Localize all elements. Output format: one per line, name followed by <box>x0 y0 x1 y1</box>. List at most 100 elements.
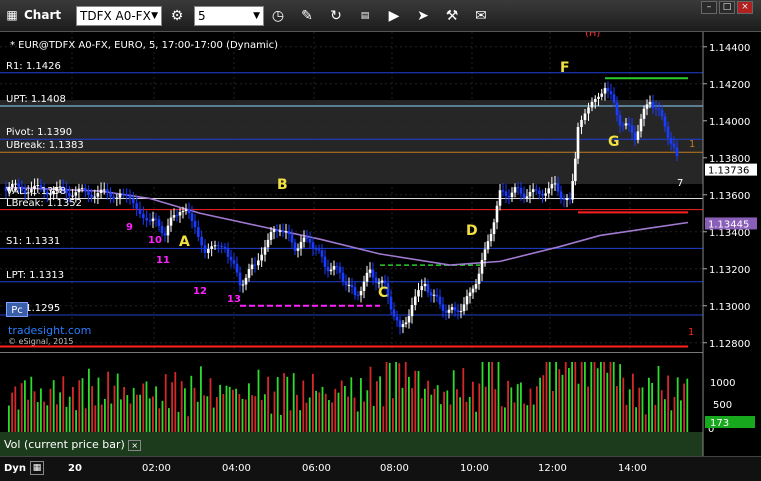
minimize-button[interactable]: – <box>701 1 717 14</box>
close-icon[interactable]: × <box>128 440 142 451</box>
candle-body <box>507 195 511 198</box>
volume-bar <box>161 400 164 432</box>
candle-body <box>633 132 637 140</box>
volume-bar <box>312 373 314 432</box>
volume-bar <box>30 376 33 432</box>
volume-bar <box>372 405 375 432</box>
volume-bar <box>360 378 362 432</box>
candle-body <box>253 264 257 266</box>
candle-body <box>142 213 145 219</box>
volume-bar <box>209 378 212 432</box>
volume-bar <box>139 394 141 432</box>
candle-body <box>115 197 119 200</box>
volume-bar <box>302 380 305 432</box>
candle-body <box>525 196 529 198</box>
candle-body <box>612 94 616 103</box>
volume-bar <box>81 378 84 432</box>
candle-body <box>568 198 572 200</box>
brand-text: tradesight.com <box>8 324 92 337</box>
volume-bar <box>462 368 465 432</box>
volume-bar <box>424 388 426 432</box>
volume-bar <box>603 362 605 432</box>
candle-body <box>241 284 245 286</box>
volume-bar <box>158 408 161 432</box>
candle-body <box>672 143 676 148</box>
annotation-label: B <box>277 177 288 193</box>
volume-bar <box>145 381 148 432</box>
candle-body <box>534 189 538 191</box>
volume-bar <box>680 400 682 432</box>
volume-bar <box>36 402 39 432</box>
volume-panel[interactable]: 1000 500 0 173 Vol (current price bar) × <box>0 352 761 456</box>
play-icon[interactable]: ▶ <box>384 6 404 26</box>
ma-price-value: 1.13445 <box>708 219 749 230</box>
history-icon[interactable]: ◷ <box>268 6 288 26</box>
candle-body <box>565 198 569 201</box>
volume-bar <box>552 390 554 432</box>
candle-body <box>323 256 327 267</box>
chart-settings-icon[interactable]: ▦ <box>30 461 44 475</box>
volume-bar <box>667 375 669 432</box>
maximize-button[interactable]: □ <box>719 1 735 14</box>
volume-bar <box>164 374 167 432</box>
volume-bar <box>664 399 666 432</box>
volume-bar <box>478 383 481 432</box>
symbol-input[interactable]: TDFX A0-FX ▼ <box>76 6 162 26</box>
volume-legend[interactable]: Vol (current price bar) × <box>4 438 142 451</box>
volume-bar <box>180 381 183 432</box>
candle-body <box>250 264 254 270</box>
tools-icon[interactable]: ⚒ <box>442 6 462 26</box>
volume-bar <box>136 394 138 432</box>
volume-bar <box>456 389 458 432</box>
price-axis-label: 1.12800 <box>709 339 750 350</box>
candle-body <box>474 283 478 289</box>
chat-icon[interactable]: ✉ <box>471 6 491 26</box>
price-chart-panel[interactable]: F G B A C D 9 10 11 12 13 (H) 1 7 1 1.14400 1.14200 1.14… <box>0 28 761 352</box>
candle-body <box>459 311 463 313</box>
candle-body <box>522 193 526 198</box>
dyn-button[interactable]: Dyn <box>4 463 26 474</box>
interval-select[interactable]: 5 ▼ <box>194 6 264 26</box>
candle-body <box>269 232 273 240</box>
candle-body <box>178 212 182 216</box>
candle-body <box>247 269 251 278</box>
time-axis[interactable]: Dyn ▦ 20 02:00 04:00 06:00 08:00 10:00 12:00 14… <box>0 456 761 481</box>
pc-button[interactable]: Pc <box>6 302 28 317</box>
volume-bar <box>174 371 177 432</box>
price-chart[interactable]: FGBACD910111213(H)171 1.144001.142001.14… <box>0 28 761 352</box>
candle-body <box>590 101 594 108</box>
volume-bar <box>241 398 244 432</box>
candle-body <box>263 247 267 255</box>
quote-icon[interactable]: ▤ <box>355 6 375 26</box>
candle-body <box>547 188 551 194</box>
volume-bar <box>635 407 637 432</box>
volume-bar <box>574 362 577 432</box>
volume-bar <box>590 362 593 432</box>
volume-bar <box>126 395 129 432</box>
candle-body <box>531 189 535 193</box>
candle-body <box>335 266 339 268</box>
volume-bar <box>228 386 231 432</box>
cursor-icon[interactable]: ➤ <box>413 6 433 26</box>
candle-body <box>302 237 306 242</box>
close-button[interactable]: × <box>737 1 753 14</box>
candle-body <box>407 316 411 323</box>
volume-bar <box>564 362 567 432</box>
candle-body <box>132 198 135 204</box>
candle-body <box>483 249 487 261</box>
refresh-icon[interactable]: ↻ <box>326 6 346 26</box>
annotation-label: G <box>608 134 620 150</box>
clock-settings-icon[interactable]: ⚙ <box>167 6 187 26</box>
right-marker: 7 <box>677 178 683 189</box>
volume-bar <box>334 388 337 432</box>
price-axis-label: 1.14200 <box>709 80 750 91</box>
candle-body <box>550 184 554 189</box>
candle-body <box>380 280 384 283</box>
pencil-icon[interactable]: ✎ <box>297 6 317 26</box>
candle-body <box>492 222 496 235</box>
window-title: Chart <box>24 8 62 22</box>
volume-bar <box>683 383 685 432</box>
candle-body <box>122 193 125 195</box>
volume-bar <box>548 362 551 432</box>
candle-body <box>383 280 387 284</box>
